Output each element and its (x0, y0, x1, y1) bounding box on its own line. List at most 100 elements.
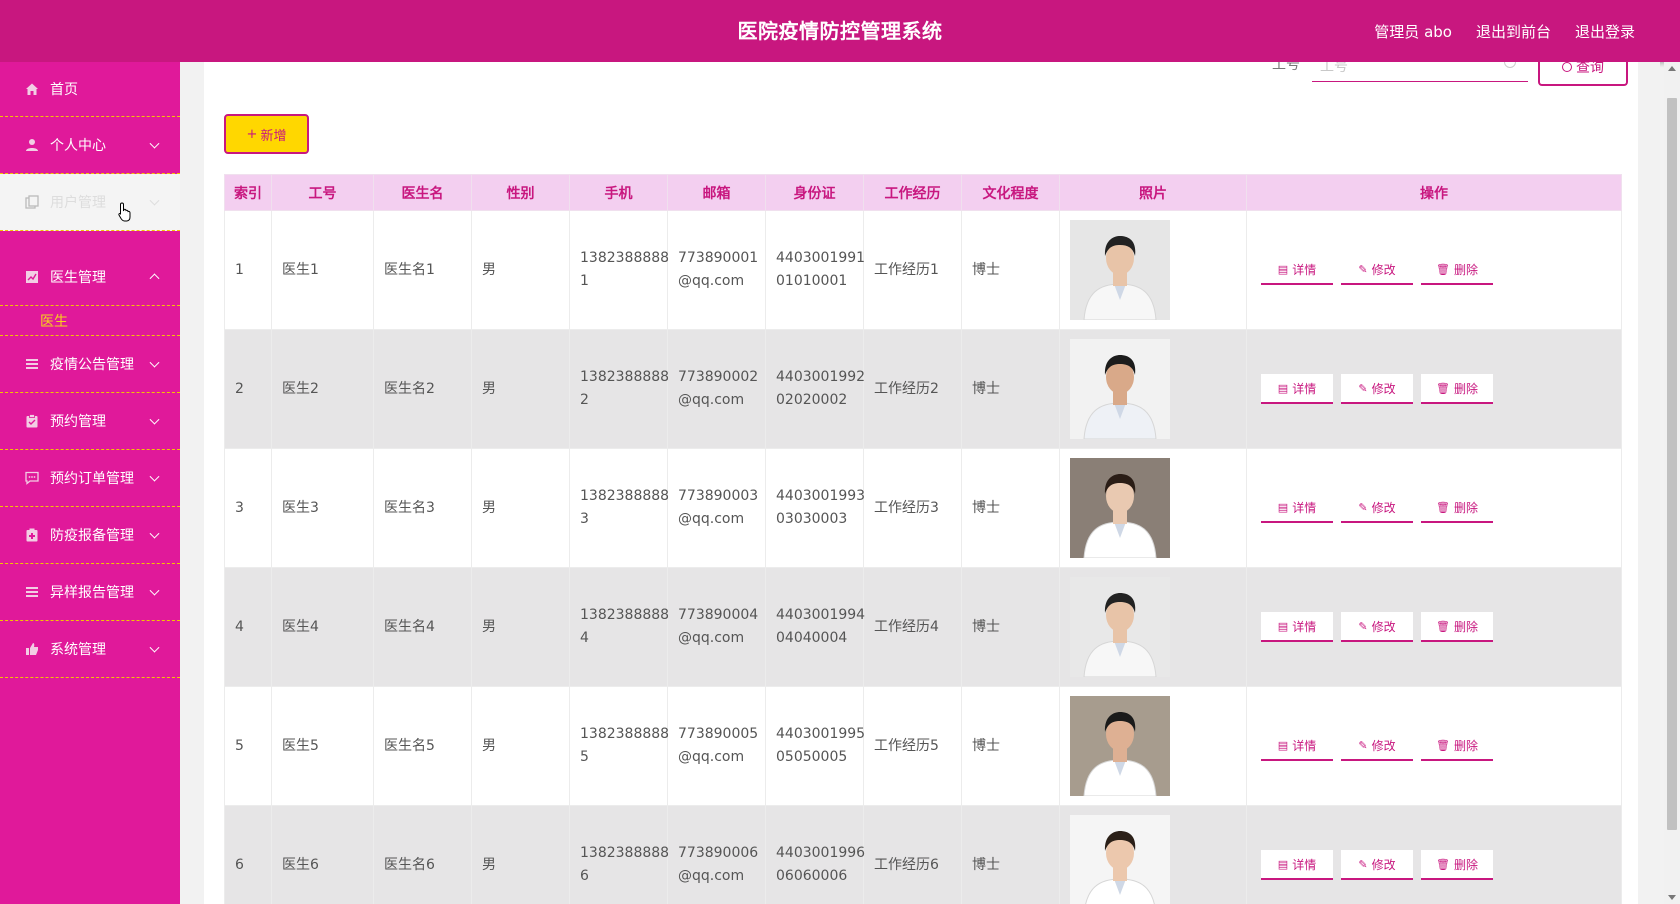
edit-button[interactable]: ✎ 修改 (1341, 850, 1413, 880)
top-header: 医院疫情防控管理系统 管理员 abo 退出到前台 退出登录 (0, 0, 1680, 62)
detail-label: 详情 (1292, 738, 1317, 753)
col-header-education[interactable]: 文化程度 (961, 174, 1060, 211)
cell-idcard: 4403001994 04040004 (765, 567, 865, 687)
detail-button[interactable]: ▤ 详情 (1261, 374, 1333, 404)
delete-label: 删除 (1453, 500, 1478, 515)
delete-button[interactable]: 🗑 删除 (1421, 255, 1493, 285)
col-header-experience[interactable]: 工作经历 (863, 174, 962, 211)
col-header-gender[interactable]: 性别 (471, 174, 570, 211)
idcard-line-2: 03030003 (776, 511, 848, 527)
sidebar-item-appointments[interactable]: 预约管理 (0, 393, 180, 450)
edit-button[interactable]: ✎ 修改 (1341, 374, 1413, 404)
edit-button[interactable]: ✎ 修改 (1341, 255, 1413, 285)
cell-name: 医生名4 (373, 567, 472, 687)
cell-phone: 1382388888 6 (569, 805, 669, 904)
sidebar-subitem-doctor[interactable]: 医生 (0, 306, 180, 336)
email-line-1: 773890004 (678, 607, 759, 623)
logout-link[interactable]: 退出登录 (1575, 21, 1635, 42)
doctor-photo[interactable] (1070, 577, 1170, 677)
col-header-idcard[interactable]: 身份证 (765, 174, 864, 211)
trash-icon: 🗑 (1436, 857, 1450, 871)
cell-experience: 工作经历3 (863, 448, 962, 568)
sidebar-item-reports[interactable]: 防疫报备管理 (0, 507, 180, 564)
search-input[interactable] (1312, 62, 1528, 82)
delete-button[interactable]: 🗑 删除 (1421, 374, 1493, 404)
doctor-photo[interactable] (1070, 815, 1170, 904)
sidebar-item-anomaly[interactable]: 异样报告管理 (0, 564, 180, 621)
col-header-phone[interactable]: 手机 (569, 174, 668, 211)
detail-button[interactable]: ▤ 详情 (1261, 493, 1333, 523)
sidebar-item-system[interactable]: 系统管理 (0, 621, 180, 678)
sidebar-item-orders[interactable]: 预约订单管理 (0, 450, 180, 507)
document-icon: ▤ (1277, 738, 1289, 752)
doctor-photo[interactable] (1070, 458, 1170, 558)
detail-button[interactable]: ▤ 详情 (1261, 612, 1333, 642)
cell-id: 医生6 (271, 805, 374, 904)
phone-line-2: 6 (580, 868, 589, 884)
document-icon: ▤ (1277, 500, 1289, 514)
row-actions: ▤ 详情 ✎ 修改 🗑 删除 (1257, 731, 1621, 761)
sidebar-item-label: 预约订单管理 (50, 471, 134, 487)
trash-icon: 🗑 (1436, 738, 1450, 752)
search-label: 工号 (1272, 62, 1300, 73)
sidebar-item-users[interactable]: 用户管理 (0, 174, 180, 231)
scroll-down-arrow-icon[interactable] (1668, 895, 1676, 900)
col-header-name[interactable]: 医生名 (373, 174, 472, 211)
edit-button[interactable]: ✎ 修改 (1341, 612, 1413, 642)
detail-button[interactable]: ▤ 详情 (1261, 731, 1333, 761)
cell-education: 博士 (961, 805, 1060, 904)
cell-index: 3 (224, 448, 272, 568)
to-frontend-link[interactable]: 退出到前台 (1476, 21, 1551, 42)
edit-button[interactable]: ✎ 修改 (1341, 731, 1413, 761)
doctor-photo[interactable] (1070, 220, 1170, 320)
cell-index: 5 (224, 686, 272, 806)
doctor-photo[interactable] (1070, 339, 1170, 439)
case-icon (24, 527, 40, 543)
sidebar-item-home[interactable]: 首页 (0, 62, 180, 117)
cell-actions: ▤ 详情 ✎ 修改 🗑 删除 (1246, 210, 1622, 330)
phone-line-2: 5 (580, 749, 589, 765)
cell-email: 773890001 @qq.com (667, 210, 766, 330)
sidebar-item-announcements[interactable]: 疫情公告管理 (0, 336, 180, 393)
detail-button[interactable]: ▤ 详情 (1261, 850, 1333, 880)
col-header-id[interactable]: 工号 (271, 174, 374, 211)
table-row: 6 医生6 医生名6 男 1382388888 6 773890006 @qq.co… (224, 805, 1622, 904)
add-button[interactable]: + 新增 (224, 114, 309, 154)
detail-button[interactable]: ▤ 详情 (1261, 255, 1333, 285)
query-button[interactable]: 查询 (1538, 62, 1628, 86)
header-actions: 管理员 abo 退出到前台 退出登录 (1374, 0, 1635, 62)
cell-actions: ▤ 详情 ✎ 修改 🗑 删除 (1246, 329, 1622, 449)
cell-experience: 工作经历5 (863, 686, 962, 806)
doctor-photo[interactable] (1070, 696, 1170, 796)
delete-button[interactable]: 🗑 删除 (1421, 493, 1493, 523)
phone-line-2: 4 (580, 630, 589, 646)
add-button-label: 新增 (260, 128, 287, 144)
delete-button[interactable]: 🗑 删除 (1421, 612, 1493, 642)
delete-button[interactable]: 🗑 删除 (1421, 731, 1493, 761)
idcard-line-1: 4403001995 (776, 726, 866, 742)
sidebar-item-profile[interactable]: 个人中心 (0, 117, 180, 174)
chevron-down-icon (149, 414, 160, 425)
edit-button[interactable]: ✎ 修改 (1341, 493, 1413, 523)
user-icon (24, 137, 40, 153)
cell-actions: ▤ 详情 ✎ 修改 🗑 删除 (1246, 567, 1622, 687)
trash-icon: 🗑 (1436, 500, 1450, 514)
col-header-index[interactable]: 索引 (224, 174, 272, 211)
col-header-photo[interactable]: 照片 (1059, 174, 1247, 211)
cell-education: 博士 (961, 448, 1060, 568)
main-content: 工号 查询 + 新增 索引 工号 医生名 性别 (180, 62, 1660, 904)
delete-button[interactable]: 🗑 删除 (1421, 850, 1493, 880)
cell-email: 773890002 @qq.com (667, 329, 766, 449)
email-line-2: @qq.com (678, 511, 745, 527)
scroll-up-arrow-icon[interactable] (1668, 66, 1676, 71)
phone-line-2: 2 (580, 392, 589, 408)
scroll-thumb[interactable] (1667, 98, 1677, 830)
cell-experience: 工作经历1 (863, 210, 962, 330)
detail-label: 详情 (1292, 500, 1317, 515)
cell-phone: 1382388888 3 (569, 448, 669, 568)
sidebar-item-doctors[interactable]: 医生管理 (0, 249, 180, 306)
cell-phone: 1382388888 4 (569, 567, 669, 687)
col-header-email[interactable]: 邮箱 (667, 174, 766, 211)
page-scrollbar[interactable] (1664, 62, 1680, 904)
document-icon: ▤ (1277, 381, 1289, 395)
